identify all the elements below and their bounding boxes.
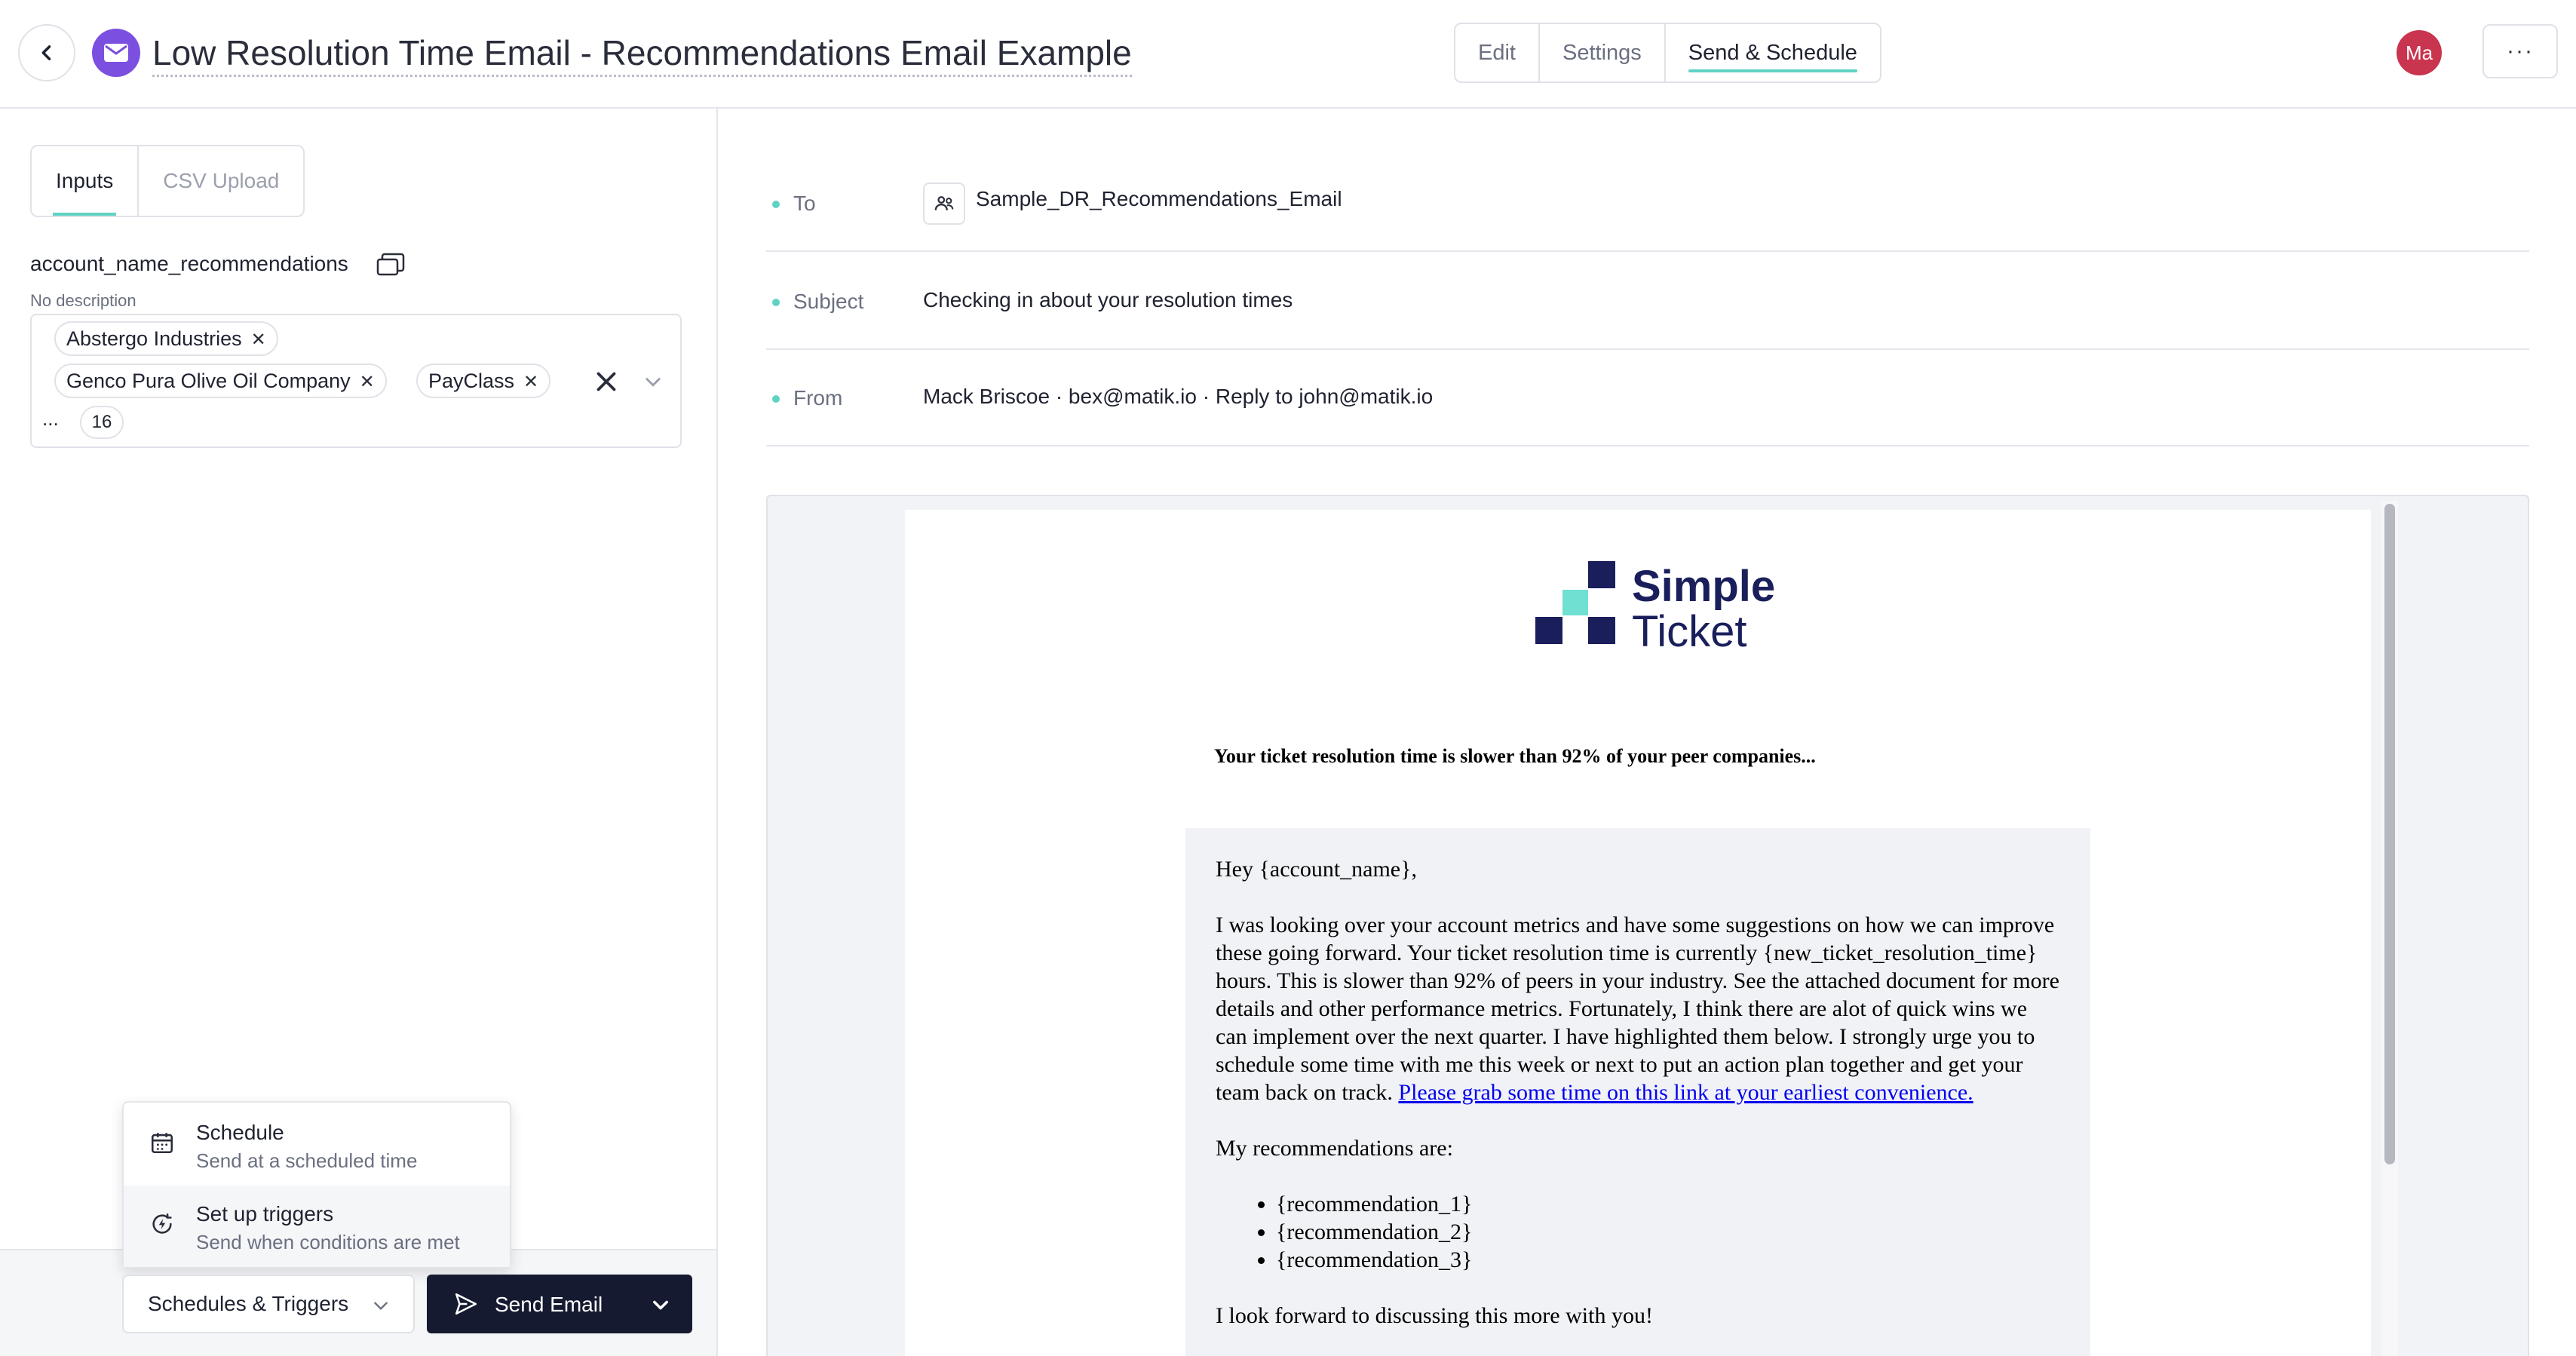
email-paragraph-text: I was looking over your account metrics … xyxy=(1216,913,2059,1105)
menu-item-title: Set up triggers xyxy=(196,1202,334,1226)
chevron-down-icon[interactable] xyxy=(642,371,664,392)
tab-edit[interactable]: Edit xyxy=(1455,24,1540,81)
from-row: From Mack Briscoe · bex@matik.io · Reply… xyxy=(766,350,2529,446)
avatar[interactable]: Ma xyxy=(2397,30,2442,75)
status-dot xyxy=(772,395,780,403)
menu-item-triggers[interactable]: Set up triggers Send when conditions are… xyxy=(124,1186,510,1267)
from-value: Mack Briscoe · bex@matik.io · Reply to j… xyxy=(923,385,1434,408)
subject-value: Checking in about your resolution times xyxy=(923,288,1293,311)
more-options-button[interactable]: ··· xyxy=(2482,24,2558,78)
email-paragraph: I was looking over your account metrics … xyxy=(1216,911,2060,1106)
recommendations-list: {recommendation_1} {recommendation_2} {r… xyxy=(1276,1190,2060,1274)
back-button[interactable] xyxy=(18,24,75,81)
group-icon xyxy=(923,183,965,225)
email-headline: Your ticket resolution time is slower th… xyxy=(1214,745,1816,767)
tab-inputs[interactable]: Inputs xyxy=(32,146,140,216)
from-label: From xyxy=(793,386,843,410)
selected-chip: PayClass ✕ xyxy=(416,364,551,398)
copy-icon[interactable] xyxy=(376,252,406,278)
clear-icon[interactable] xyxy=(593,368,620,395)
email-canvas: Simple Ticket Your ticket resolution tim… xyxy=(905,510,2371,1356)
input-field-description: No description xyxy=(30,291,136,310)
email-closing: I look forward to discussing this more w… xyxy=(1216,1303,1653,1328)
remove-chip-icon[interactable]: ✕ xyxy=(360,372,375,392)
scrollbar-thumb[interactable] xyxy=(2384,504,2395,1164)
chip-label: Genco Pura Olive Oil Company xyxy=(66,370,351,392)
selected-chip: Genco Pura Olive Oil Company ✕ xyxy=(54,364,387,398)
menu-item-title: Schedule xyxy=(196,1121,284,1144)
chip-label: Abstergo Industries xyxy=(66,327,242,350)
menu-item-subtitle: Send when conditions are met xyxy=(196,1231,460,1253)
input-field-label: account_name_recommendations xyxy=(30,252,348,275)
subject-label: Subject xyxy=(793,290,864,313)
to-label: To xyxy=(793,192,816,215)
simple-ticket-logo: Simple Ticket xyxy=(1535,561,1777,656)
chevron-down-icon xyxy=(374,1302,388,1311)
scheduling-link[interactable]: Please grab some time on this link at yo… xyxy=(1398,1080,1973,1105)
schedules-triggers-label: Schedules & Triggers xyxy=(148,1292,349,1315)
status-dot xyxy=(772,299,780,306)
people-icon xyxy=(934,196,954,210)
subject-row: Subject Checking in about your resolutio… xyxy=(766,253,2529,350)
send-email-label: Send Email xyxy=(495,1293,603,1316)
email-greeting: Hey {account_name}, xyxy=(1216,857,1418,882)
trigger-icon xyxy=(152,1213,172,1234)
to-row: To Sample_DR_Recommendations_Email xyxy=(766,155,2529,252)
calendar-icon xyxy=(151,1133,173,1154)
remove-chip-icon[interactable]: ✕ xyxy=(523,372,538,392)
tab-send-schedule[interactable]: Send & Schedule xyxy=(1666,24,1880,81)
chevron-left-icon xyxy=(41,45,51,60)
logo-text-simple: Simple xyxy=(1632,562,1776,611)
chip-label: PayClass xyxy=(428,370,515,392)
schedules-triggers-button[interactable]: Schedules & Triggers xyxy=(122,1275,415,1333)
page-title[interactable]: Low Resolution Time Email - Recommendati… xyxy=(152,29,1132,77)
top-bar: Low Resolution Time Email - Recommendati… xyxy=(0,0,2576,109)
button-divider xyxy=(629,1275,630,1333)
list-item: {recommendation_1} xyxy=(1276,1190,2060,1218)
selected-chip: Abstergo Industries ✕ xyxy=(54,321,278,356)
panel-divider xyxy=(716,109,718,1356)
list-item: {recommendation_2} xyxy=(1276,1218,2060,1246)
paper-plane-icon xyxy=(455,1293,477,1315)
logo-text-ticket: Ticket xyxy=(1632,607,1747,656)
menu-item-subtitle: Send at a scheduled time xyxy=(196,1149,418,1172)
email-template-icon xyxy=(92,29,140,77)
remove-chip-icon[interactable]: ✕ xyxy=(251,330,266,350)
to-value[interactable]: Sample_DR_Recommendations_Email xyxy=(976,187,1342,211)
send-email-button[interactable]: Send Email xyxy=(427,1275,692,1333)
logo-mark-icon xyxy=(1535,561,1615,644)
list-item: {recommendation_3} xyxy=(1276,1246,2060,1274)
tab-settings[interactable]: Settings xyxy=(1540,24,1666,81)
recommendations-intro: My recommendations are: xyxy=(1216,1136,1453,1161)
chevron-down-icon[interactable] xyxy=(650,1294,671,1315)
menu-item-schedule[interactable]: Schedule Send at a scheduled time xyxy=(124,1104,510,1186)
more-ellipsis: ... xyxy=(42,407,59,430)
status-dot xyxy=(772,201,780,208)
schedules-dropdown: Schedule Send at a scheduled time Set up… xyxy=(122,1101,511,1269)
email-preview: Simple Ticket Your ticket resolution tim… xyxy=(766,495,2529,1356)
tab-csv-upload[interactable]: CSV Upload xyxy=(139,146,303,216)
mode-tabs: Edit Settings Send & Schedule xyxy=(1454,23,1881,83)
more-count-badge[interactable]: 16 xyxy=(80,406,124,439)
email-body: Hey {account_name}, I was looking over y… xyxy=(1185,828,2090,1356)
input-tabs: Inputs CSV Upload xyxy=(30,145,305,217)
envelope-icon xyxy=(104,44,128,62)
